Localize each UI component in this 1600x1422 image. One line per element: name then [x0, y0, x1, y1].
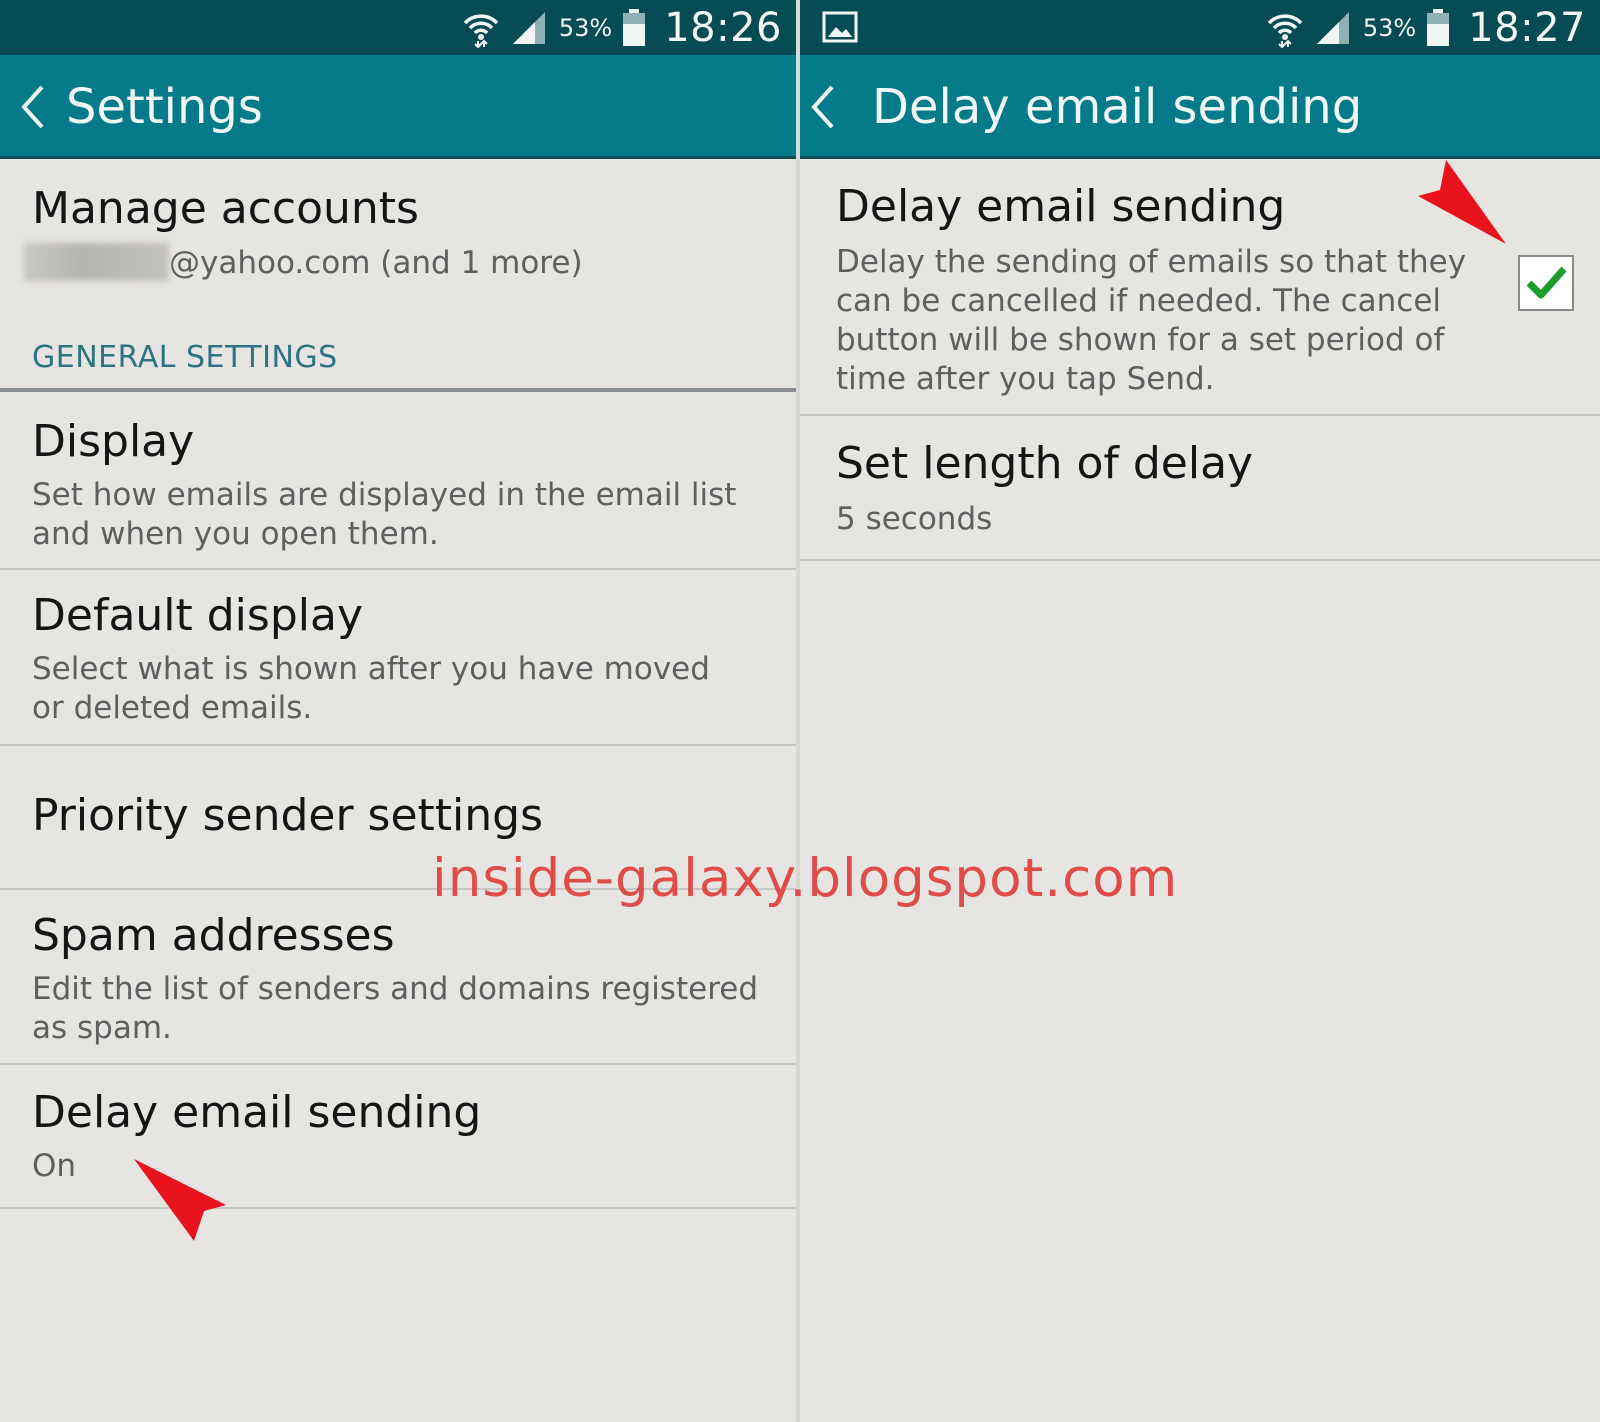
delay-email-sending-screen: 53% 18:27 Delay email sending Delay emai… [800, 0, 1600, 1422]
display-item[interactable]: Display Set how emails are displayed in … [0, 392, 796, 570]
item-title: Delay email sending [32, 1087, 482, 1138]
item-title: Priority sender settings [32, 790, 544, 841]
item-title: Delay email sending [836, 181, 1286, 232]
battery-icon [622, 8, 646, 47]
item-subtitle: Edit the list of senders and domains reg… [32, 971, 759, 1046]
manage-accounts-item[interactable]: Manage accounts @yahoo.com (and 1 more) [0, 159, 796, 330]
item-subtitle: 5 seconds [836, 501, 993, 537]
item-title: Spam addresses [32, 910, 395, 961]
watermark: inside-galaxy.blogspot.com [432, 848, 1179, 909]
battery-percent: 53% [558, 13, 613, 42]
red-arrow-icon [134, 1159, 226, 1241]
signal-icon [1315, 10, 1351, 46]
battery-percent: 53% [1362, 13, 1417, 42]
settings-screen: 53% 18:26 Settings Manage accounts @yaho… [0, 0, 796, 1422]
section-header: GENERAL SETTINGS [0, 330, 796, 392]
app-bar: Settings [0, 55, 796, 159]
item-title: Set length of delay [836, 438, 1254, 489]
account-summary: @yahoo.com (and 1 more) [24, 243, 583, 283]
set-length-of-delay-item[interactable]: Set length of delay 5 seconds [800, 416, 1600, 561]
back-button[interactable] [804, 79, 844, 135]
page-title: Delay email sending [872, 79, 1363, 135]
status-time: 18:27 [1468, 4, 1586, 51]
account-summary-text: @yahoo.com (and 1 more) [169, 245, 583, 281]
item-subtitle: Delay the sending of emails so that they… [836, 244, 1467, 397]
item-subtitle: Select what is shown after you have move… [32, 651, 710, 726]
app-bar: Delay email sending [800, 55, 1600, 159]
delay-email-sending-item[interactable]: Delay email sending On [0, 1065, 796, 1209]
status-bar: 53% 18:27 [800, 0, 1600, 55]
spam-addresses-item[interactable]: Spam addresses Edit the list of senders … [0, 890, 796, 1065]
delay-email-checkbox[interactable] [1518, 255, 1574, 311]
item-subtitle: Set how emails are displayed in the emai… [32, 477, 737, 552]
status-time: 18:26 [664, 4, 782, 51]
chevron-left-icon [21, 85, 44, 129]
signal-icon [511, 10, 547, 46]
page-title: Settings [66, 79, 263, 135]
manage-accounts-title: Manage accounts [32, 183, 419, 234]
checkmark-icon [1526, 266, 1567, 299]
redacted-email [24, 243, 169, 281]
section-header-label: GENERAL SETTINGS [32, 340, 338, 375]
wifi-icon [461, 8, 501, 48]
wifi-icon [1265, 8, 1305, 48]
back-button[interactable] [14, 79, 54, 135]
battery-icon [1426, 8, 1450, 47]
default-display-item[interactable]: Default display Select what is shown aft… [0, 570, 796, 746]
item-title: Default display [32, 590, 363, 641]
item-title: Display [32, 416, 195, 467]
red-arrow-icon [1418, 160, 1506, 244]
status-bar: 53% 18:26 [0, 0, 796, 55]
item-subtitle: On [32, 1148, 77, 1184]
gallery-notification-icon [822, 11, 858, 47]
chevron-left-icon [811, 85, 834, 129]
